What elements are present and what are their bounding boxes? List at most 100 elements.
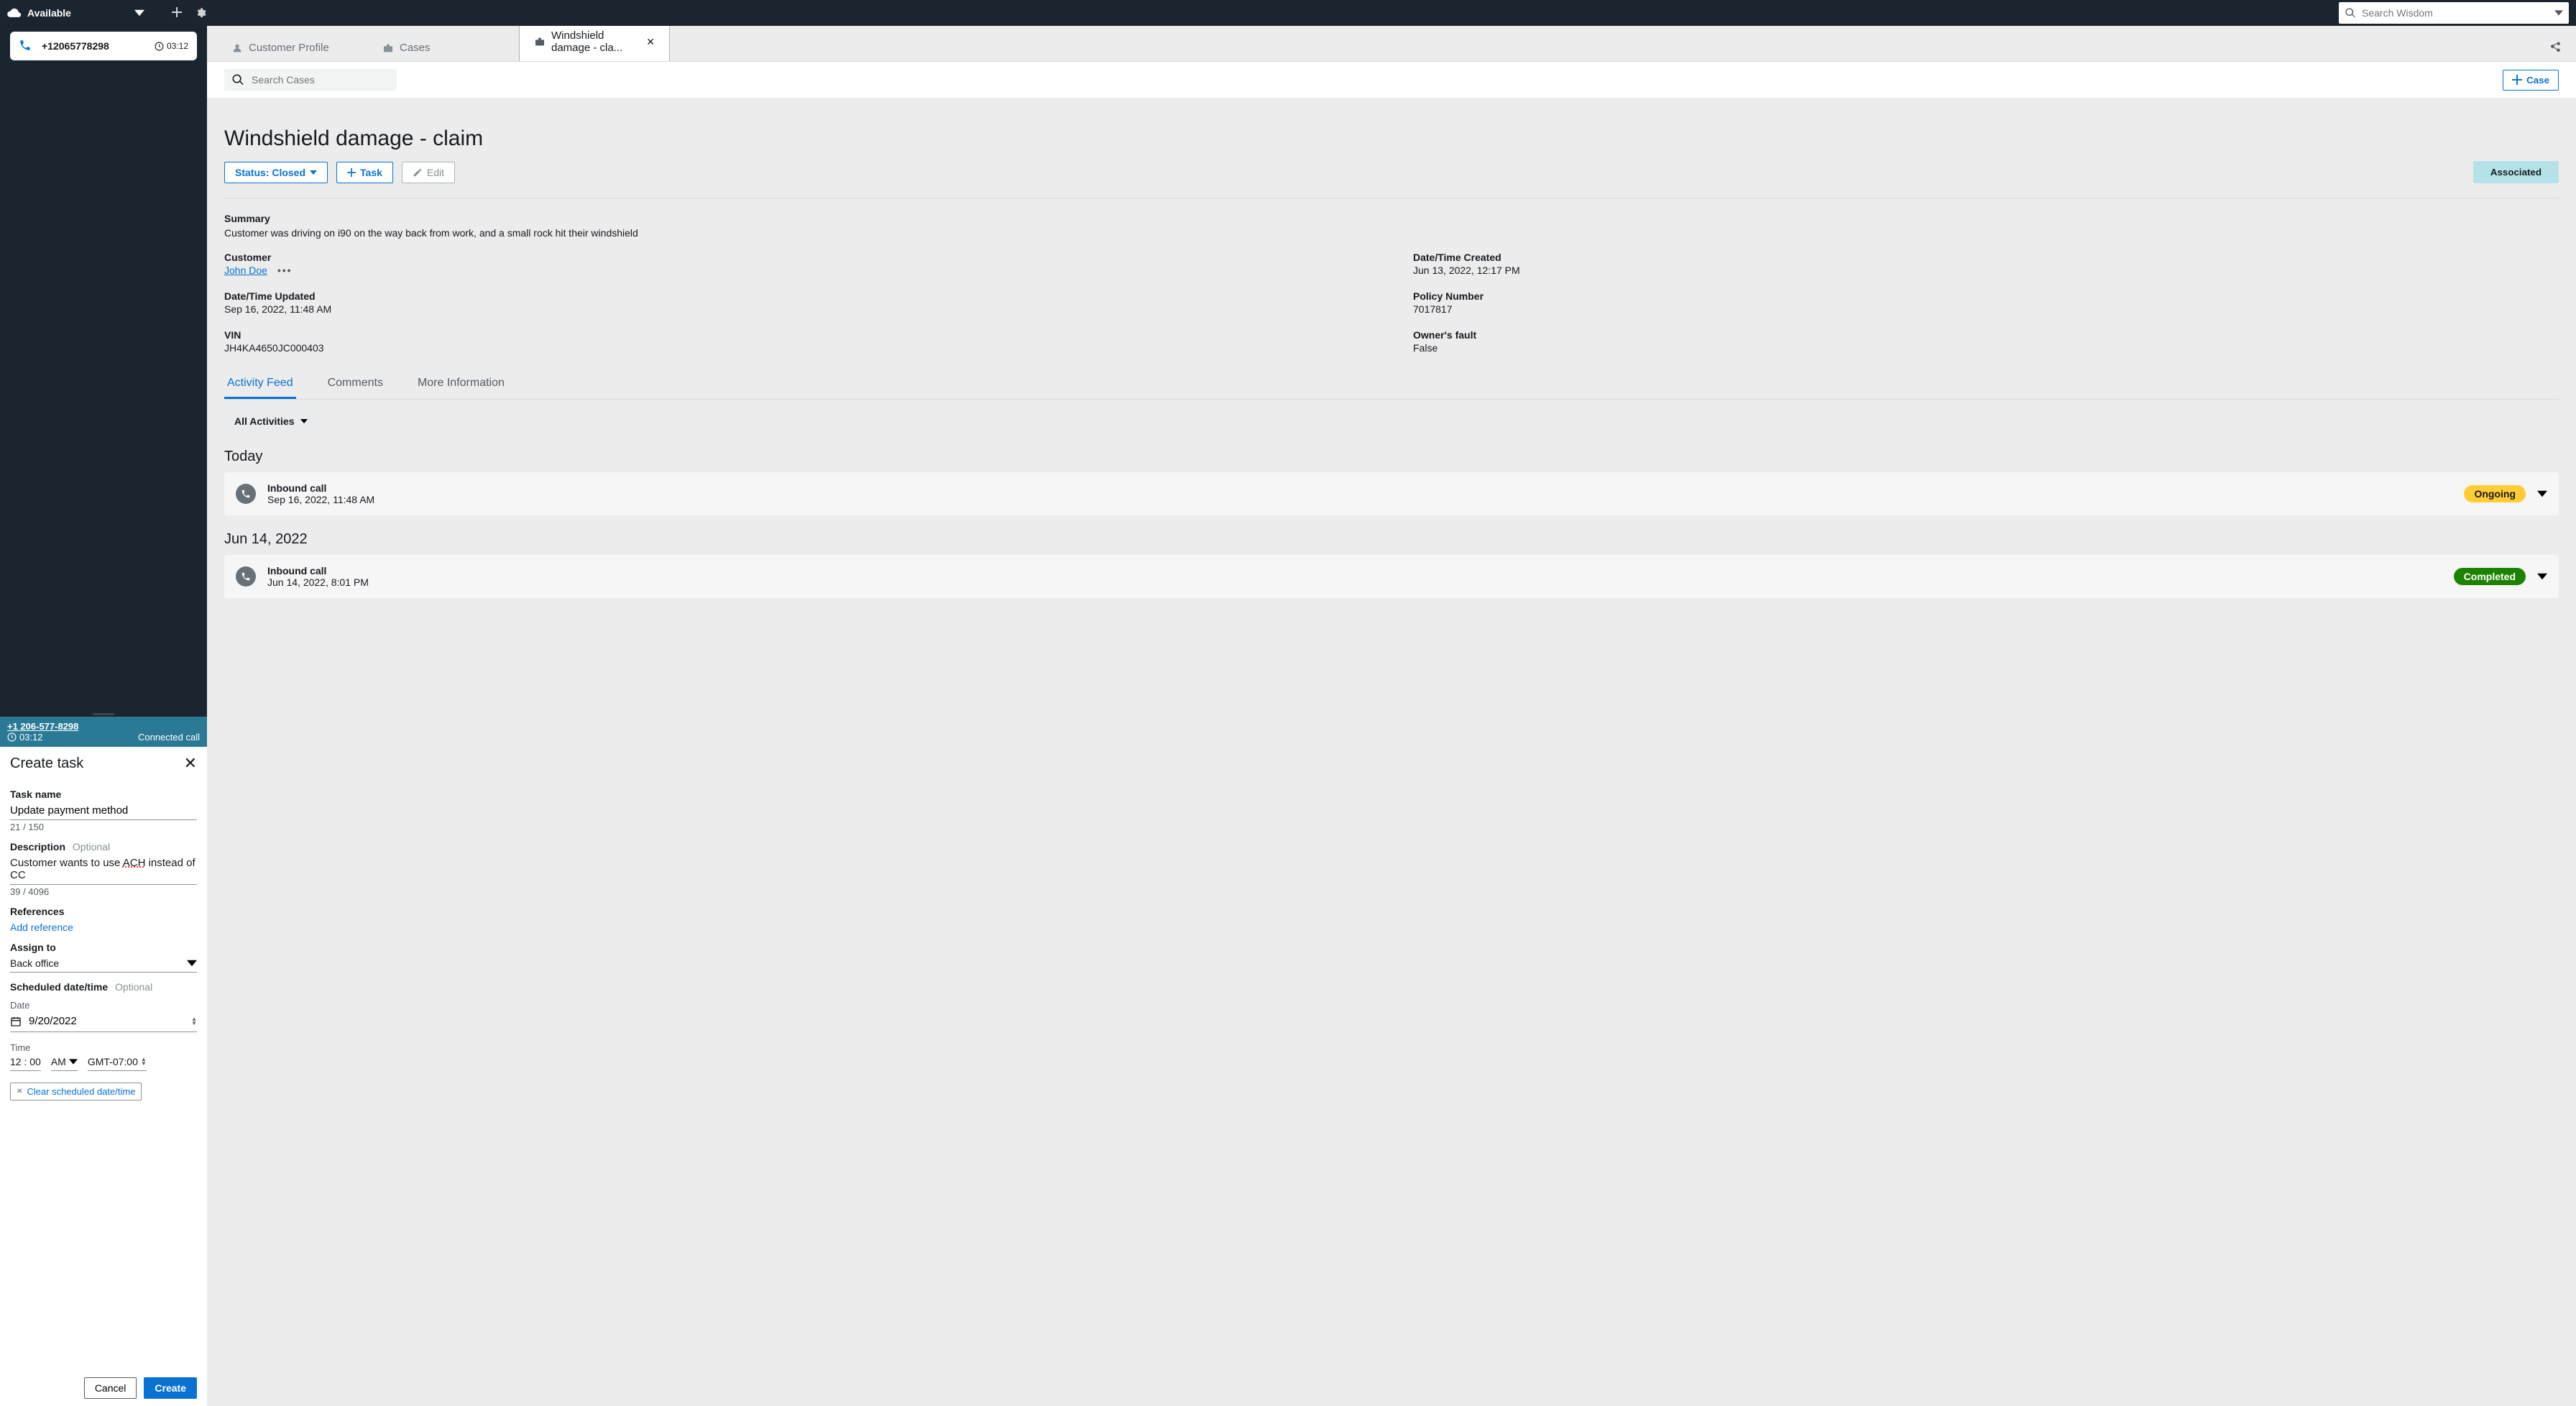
gear-icon[interactable] (195, 7, 206, 19)
updated-value: Sep 16, 2022, 11:48 AM (224, 303, 331, 315)
customer-link[interactable]: John Doe (224, 265, 267, 276)
time-hhmm-input[interactable]: 12 : 00 (10, 1053, 41, 1071)
vin-value: JH4KA4650JC000403 (224, 342, 324, 354)
assign-to-label: Assign to (10, 942, 197, 953)
briefcase-icon (382, 42, 394, 54)
search-cases-input[interactable] (252, 74, 390, 86)
create-task-button[interactable]: Task (336, 162, 393, 183)
contact-timer: 03:12 (167, 41, 188, 51)
activity-filter[interactable]: All Activities (224, 410, 318, 433)
feed-item-ts: Sep 16, 2022, 11:48 AM (267, 494, 374, 505)
updated-label: Date/Time Updated (224, 290, 1370, 302)
optional-tag: Optional (115, 981, 152, 993)
feed-item-title: Inbound call (267, 565, 2442, 576)
chevron-down-icon[interactable] (2537, 571, 2547, 582)
clock-icon (7, 732, 17, 742)
phone-icon (236, 566, 256, 587)
chevron-down-icon[interactable] (134, 8, 144, 18)
close-tab-icon[interactable]: ✕ (646, 36, 655, 48)
add-reference-link[interactable]: Add reference (10, 922, 73, 933)
feed-item[interactable]: Inbound call Sep 16, 2022, 11:48 AM Ongo… (224, 472, 2559, 515)
policy-label: Policy Number (1413, 290, 2559, 302)
status-badge: Ongoing (2464, 485, 2526, 502)
optional-tag: Optional (73, 841, 110, 853)
spin-control[interactable]: ▲▼ (191, 1017, 197, 1026)
status-dropdown[interactable]: Status: Closed (224, 162, 328, 183)
policy-value: 7017817 (1413, 303, 1453, 315)
date-sublabel: Date (10, 1000, 197, 1011)
subtab-activity-feed[interactable]: Activity Feed (224, 369, 296, 399)
date-value[interactable] (29, 1015, 184, 1027)
feed-item-ts: Jun 14, 2022, 8:01 PM (267, 576, 369, 588)
feed-day-header: Jun 14, 2022 (224, 531, 2559, 548)
search-wisdom[interactable] (2339, 2, 2569, 24)
time-sublabel: Time (10, 1042, 197, 1053)
status-badge: Completed (2454, 568, 2526, 585)
search-cases[interactable] (224, 69, 397, 91)
assign-to-select[interactable]: Back office (10, 953, 197, 973)
vin-label: VIN (224, 329, 1370, 341)
clear-schedule-button[interactable]: ✕ Clear scheduled date/time (10, 1083, 142, 1101)
session-timer: 03:12 (19, 732, 43, 743)
agent-status[interactable]: Available (7, 7, 144, 19)
task-desc-input[interactable]: Customer wants to use ACH instead of CC (10, 853, 197, 885)
feed-day-header: Today (224, 449, 2559, 465)
time-tz-select[interactable]: GMT-07:00 ▲▼ (88, 1053, 147, 1071)
time-ampm-select[interactable]: AM (51, 1053, 78, 1071)
associated-button[interactable]: Associated (2473, 161, 2559, 183)
user-icon (231, 42, 243, 54)
tab-case-detail[interactable]: Windshield damage - cla... ✕ (519, 26, 670, 61)
task-panel-title: Create task (10, 755, 83, 772)
chevron-down-icon[interactable] (2554, 9, 2563, 17)
subtab-more-info[interactable]: More Information (415, 369, 507, 399)
chevron-down-icon (187, 958, 197, 968)
edit-button[interactable]: Edit (402, 162, 455, 183)
close-icon: ✕ (17, 1088, 22, 1095)
feed-item-title: Inbound call (267, 482, 2452, 494)
subtab-comments[interactable]: Comments (325, 369, 386, 399)
resize-handle[interactable] (0, 711, 207, 717)
search-icon (2345, 7, 2356, 19)
cloud-icon (7, 8, 22, 18)
references-label: References (10, 906, 197, 917)
chevron-down-icon[interactable] (2537, 489, 2547, 499)
add-case-button[interactable]: Case (2503, 70, 2559, 91)
phone-icon (19, 39, 33, 53)
close-icon[interactable]: ✕ (184, 754, 197, 773)
summary-label: Summary (224, 213, 270, 224)
task-name-label: Task name (10, 789, 197, 800)
phone-icon (236, 484, 256, 504)
share-icon[interactable] (2549, 41, 2562, 61)
case-title: Windshield damage - claim (224, 127, 2559, 151)
assign-to-value: Back office (10, 957, 59, 969)
created-label: Date/Time Created (1413, 252, 2559, 263)
tab-customer-profile[interactable]: Customer Profile (217, 35, 368, 61)
briefcase-icon (534, 36, 546, 47)
agent-status-label: Available (27, 7, 71, 19)
more-icon[interactable]: ••• (277, 265, 293, 276)
task-name-counter: 21 / 150 (10, 822, 197, 832)
calendar-icon (10, 1016, 22, 1027)
cancel-button[interactable]: Cancel (84, 1377, 137, 1399)
create-button[interactable]: Create (144, 1377, 197, 1399)
fault-value: False (1413, 342, 1438, 354)
summary-text: Customer was driving on i90 on the way b… (224, 227, 2559, 239)
fault-label: Owner's fault (1413, 329, 2559, 341)
session-phone: +1 206-577-8298 (7, 721, 78, 732)
contact-phone: +12065778298 (42, 40, 109, 52)
plus-icon[interactable] (172, 7, 182, 19)
session-strip: +1 206-577-8298 03:12 Connected call (0, 717, 207, 747)
task-desc-counter: 39 / 4096 (10, 886, 197, 897)
contact-card[interactable]: +12065778298 03:12 (10, 32, 197, 60)
task-desc-label: Description (10, 841, 65, 853)
task-name-input[interactable] (10, 800, 197, 820)
scheduled-label: Scheduled date/time (10, 981, 108, 993)
search-wisdom-input[interactable] (2362, 7, 2549, 19)
session-status: Connected call (138, 732, 200, 743)
feed-item[interactable]: Inbound call Jun 14, 2022, 8:01 PM Compl… (224, 555, 2559, 598)
spin-control[interactable]: ▲▼ (141, 1057, 147, 1066)
customer-label: Customer (224, 252, 1370, 263)
date-input[interactable]: ▲▼ (10, 1011, 197, 1032)
tab-cases[interactable]: Cases (368, 35, 519, 61)
clock-icon (155, 42, 164, 51)
